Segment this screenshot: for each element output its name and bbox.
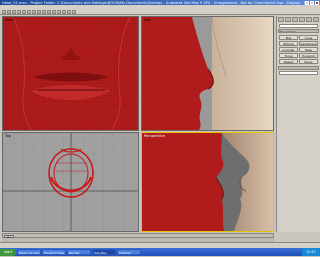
scale-icon[interactable] [42, 10, 46, 14]
system-clock: 10:42 [302, 248, 320, 256]
minimize-button[interactable] [305, 0, 309, 5]
start-button[interactable]: start [0, 248, 16, 256]
taskbar-item[interactable]: Untitled [117, 249, 141, 255]
box-button[interactable]: Box [279, 35, 298, 40]
taskbar-item[interactable]: Head_01.max [17, 249, 41, 255]
align-icon[interactable] [62, 10, 66, 14]
command-panel: Object Type Box Cone Sphere GeoSphere Cy… [276, 16, 320, 232]
cylinder-button[interactable]: Cylinder [279, 47, 298, 52]
taskbar-item[interactable]: Render [67, 249, 91, 255]
link-icon[interactable] [12, 10, 16, 14]
object-name-field[interactable] [279, 71, 318, 75]
undo-icon[interactable] [2, 10, 6, 14]
category-dropdown[interactable] [279, 24, 318, 28]
hierarchy-icon[interactable] [291, 17, 299, 22]
perspective-render [142, 133, 273, 231]
select-icon[interactable] [22, 10, 26, 14]
tube-button[interactable]: Tube [299, 47, 318, 52]
viewport-perspective[interactable]: Perspective [141, 132, 274, 232]
maximize-button[interactable] [310, 0, 314, 5]
modify-icon[interactable] [284, 17, 292, 22]
unlink-icon[interactable] [17, 10, 21, 14]
cone-button[interactable]: Cone [299, 35, 318, 40]
render-icon[interactable] [72, 10, 76, 14]
object-type-rollout[interactable]: Object Type [278, 29, 319, 33]
viewport-front[interactable]: Front [2, 16, 139, 131]
move-icon[interactable] [32, 10, 36, 14]
material-editor-icon[interactable] [67, 10, 71, 14]
top-grid-render [3, 133, 138, 231]
torus-button[interactable]: Torus [279, 53, 298, 58]
viewport-label-top[interactable]: Top [5, 134, 11, 138]
utilities-icon[interactable] [312, 17, 320, 22]
sphere-button[interactable]: Sphere [279, 41, 298, 46]
motion-icon[interactable] [298, 17, 306, 22]
redo-icon[interactable] [7, 10, 11, 14]
plane-button[interactable]: Plane [299, 59, 318, 64]
viewport-left[interactable]: Left [141, 16, 274, 131]
display-icon[interactable] [305, 17, 313, 22]
mirror-icon[interactable] [57, 10, 61, 14]
snap-icon[interactable] [47, 10, 51, 14]
command-panel-tabs [277, 16, 320, 23]
angle-snap-icon[interactable] [52, 10, 56, 14]
viewport-label-front[interactable]: Front [5, 18, 14, 22]
viewport-label-left[interactable]: Left [144, 18, 151, 22]
close-button[interactable] [315, 0, 319, 5]
select-by-name-icon[interactable] [27, 10, 31, 14]
teapot-button[interactable]: Teapot [279, 59, 298, 64]
taskbar: start Head_01.max Project Folder Render … [0, 248, 320, 256]
taskbar-item-active[interactable]: 3ds Max [92, 249, 116, 255]
name-and-color-rollout[interactable] [278, 66, 319, 70]
viewport-label-perspective[interactable]: Perspective [144, 134, 165, 138]
left-profile-render [142, 17, 273, 130]
object-type-buttons: Box Cone Sphere GeoSphere Cylinder Tube … [277, 34, 320, 65]
front-mesh-render [3, 17, 138, 130]
pyramid-button[interactable]: Pyramid [299, 53, 318, 58]
viewport-top[interactable]: Top [2, 132, 139, 232]
rotate-icon[interactable] [37, 10, 41, 14]
window-title: Head_01.max - Project Folder: C:\Documen… [2, 0, 305, 5]
geosphere-button[interactable]: GeoSphere [299, 41, 318, 46]
main-toolbar [0, 9, 320, 15]
create-icon[interactable] [278, 17, 285, 22]
taskbar-item[interactable]: Project Folder [42, 249, 66, 255]
